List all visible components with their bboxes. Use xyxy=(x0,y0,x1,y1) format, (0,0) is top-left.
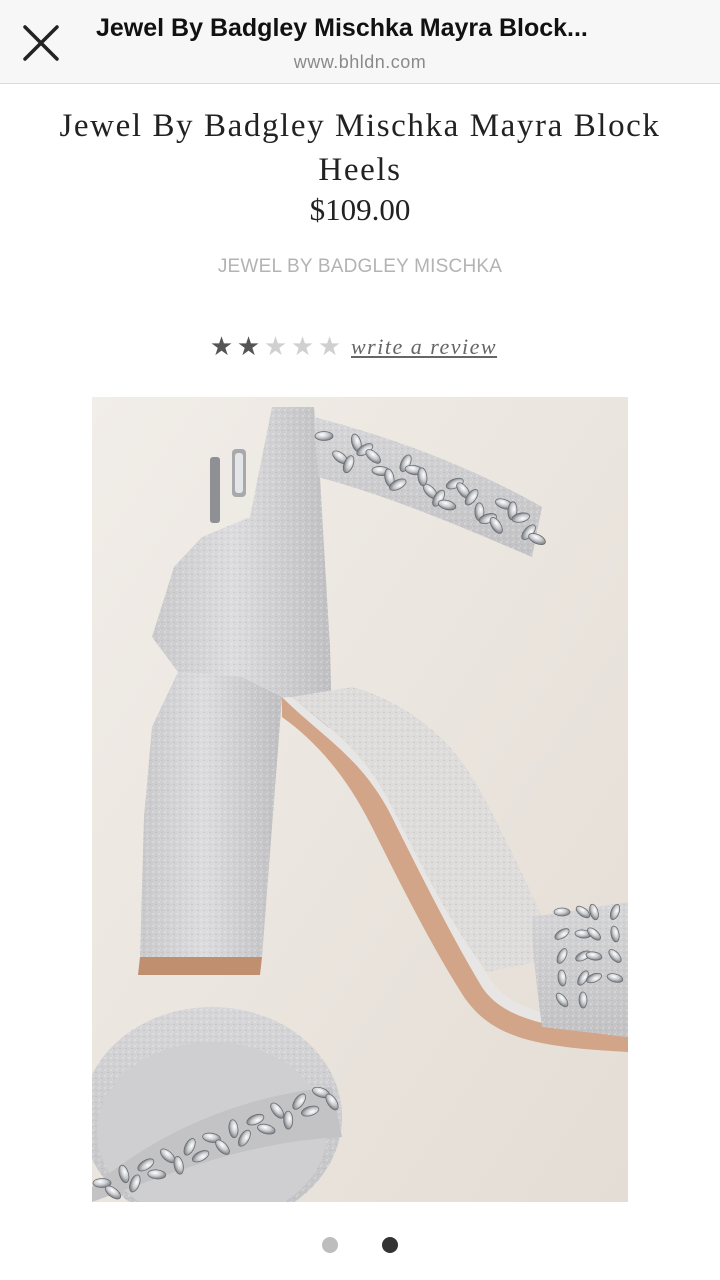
carousel-pagination xyxy=(0,1237,720,1253)
browser-page-title: Jewel By Badgley Mischka Mayra Block... xyxy=(96,14,588,42)
browser-url: www.bhldn.com xyxy=(293,52,427,72)
star-empty-icon: ★ xyxy=(290,332,315,362)
carousel-dot[interactable] xyxy=(382,1237,398,1253)
product-title: Jewel By Badgley Mischka Mayra Block Hee… xyxy=(59,108,661,188)
star-filled-icon: ★ xyxy=(236,332,261,362)
star-empty-icon: ★ xyxy=(317,332,342,362)
product-brand[interactable]: JEWEL BY BADGLEY MISCHKA xyxy=(0,256,720,278)
sandal-photo xyxy=(92,397,628,1202)
browser-top-bar: Jewel By Badgley Mischka Mayra Block... … xyxy=(0,0,720,84)
rating-row: ★ ★ ★ ★ ★ write a review xyxy=(208,330,497,364)
star-empty-icon: ★ xyxy=(263,332,288,362)
carousel-dot[interactable] xyxy=(322,1237,338,1253)
write-review-link[interactable]: write a review xyxy=(351,334,497,360)
star-filled-icon: ★ xyxy=(209,332,234,362)
product-image[interactable] xyxy=(92,397,628,1202)
product-price: $109.00 xyxy=(309,192,411,227)
star-rating: ★ ★ ★ ★ ★ xyxy=(208,334,343,360)
